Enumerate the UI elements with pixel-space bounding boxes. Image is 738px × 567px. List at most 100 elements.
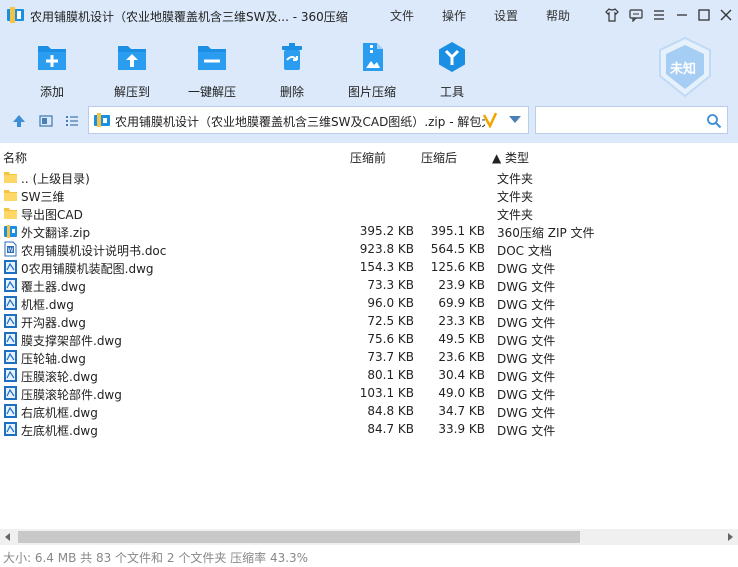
file-type: DOC 文档 bbox=[497, 244, 552, 258]
address-path: 农用铺膜机设计（农业地膜覆盖机含三维SW及CAD图纸）.zip - 解包大小为 … bbox=[115, 115, 485, 129]
scrollbar-thumb[interactable] bbox=[18, 531, 580, 543]
hamburger-icon bbox=[654, 10, 664, 20]
title-bar: 农用铺膜机设计（农业地膜覆盖机含三维SW及... - 360压缩 文件 操作 设… bbox=[0, 0, 738, 30]
column-after[interactable]: 压缩后 bbox=[421, 149, 457, 166]
image-compress-button[interactable]: 图片压缩 bbox=[337, 40, 407, 99]
file-row[interactable]: .. (上级目录) 文件夹 bbox=[0, 168, 738, 186]
file-row[interactable]: 导出图CAD 文件夹 bbox=[0, 204, 738, 222]
file-row[interactable]: SW三维 文件夹 bbox=[0, 186, 738, 204]
extract-to-button[interactable]: 解压到 bbox=[97, 40, 167, 99]
file-row[interactable]: 外文翻译.zip 395.2 KB 395.1 KB 360压缩 ZIP 文件 bbox=[0, 222, 738, 240]
zip-archive-icon bbox=[94, 113, 110, 127]
file-type: DWG 文件 bbox=[497, 370, 556, 384]
image-compress-icon bbox=[363, 43, 383, 71]
file-type: 文件夹 bbox=[497, 172, 534, 186]
skin-button[interactable] bbox=[602, 5, 622, 25]
file-size-after: 564.5 KB bbox=[430, 242, 485, 256]
file-size-after: 23.6 KB bbox=[438, 350, 485, 364]
view-icon[interactable] bbox=[38, 113, 54, 129]
file-type: DWG 文件 bbox=[497, 316, 556, 330]
scroll-left-icon[interactable] bbox=[4, 533, 12, 541]
file-row[interactable]: 压膜滚轮部件.dwg 103.1 KB 49.0 KB DWG 文件 bbox=[0, 384, 738, 402]
one-click-extract-label: 一键解压 bbox=[187, 85, 236, 99]
file-row[interactable]: 开沟器.dwg 72.5 KB 23.3 KB DWG 文件 bbox=[0, 312, 738, 330]
file-size-before: 73.3 KB bbox=[367, 278, 414, 292]
file-type: DWG 文件 bbox=[497, 298, 556, 312]
dwg-file-icon bbox=[4, 332, 17, 346]
file-size-before: 72.5 KB bbox=[367, 314, 414, 328]
menu-help[interactable]: 帮助 bbox=[546, 7, 570, 24]
app-logo-icon bbox=[7, 7, 24, 23]
up-arrow-icon[interactable] bbox=[11, 113, 27, 129]
folder-icon bbox=[4, 172, 17, 183]
svg-text:W: W bbox=[8, 247, 14, 254]
status-bar: 大小: 6.4 MB 共 83 个文件和 2 个文件夹 压缩率 43.3% bbox=[0, 546, 738, 567]
file-row[interactable]: 覆土器.dwg 73.3 KB 23.9 KB DWG 文件 bbox=[0, 276, 738, 294]
file-size-before: 96.0 KB bbox=[367, 296, 414, 310]
file-list: .. (上级目录) 文件夹 SW三维 文件夹 导出图CAD 文件夹外文翻译.zip 395.… bbox=[0, 168, 738, 438]
column-before[interactable]: 压缩前 bbox=[350, 149, 386, 166]
chevron-down-icon[interactable] bbox=[509, 116, 521, 124]
close-button[interactable] bbox=[716, 5, 736, 25]
maximize-icon bbox=[698, 9, 710, 21]
dwg-file-icon bbox=[4, 260, 17, 274]
file-name: 农用铺膜机设计说明书.doc bbox=[21, 244, 167, 258]
file-type: DWG 文件 bbox=[497, 406, 556, 420]
file-row[interactable]: W 农用铺膜机设计说明书.doc 923.8 KB 564.5 KB DOC 文档 bbox=[0, 240, 738, 258]
address-bar[interactable]: 农用铺膜机设计（农业地膜覆盖机含三维SW及CAD图纸）.zip - 解包大小为 … bbox=[88, 106, 529, 134]
search-icon[interactable] bbox=[706, 113, 722, 129]
file-size-before: 154.3 KB bbox=[359, 260, 414, 274]
file-list-header: 名称 压缩前 压缩后 ▲ 类型 bbox=[0, 145, 738, 167]
extract-to-icon bbox=[118, 46, 146, 70]
add-button[interactable]: 添加 bbox=[17, 40, 87, 99]
file-type: 360压缩 ZIP 文件 bbox=[497, 226, 595, 240]
dwg-file-icon bbox=[4, 386, 17, 400]
list-view-icon[interactable] bbox=[64, 113, 80, 129]
minimize-button[interactable] bbox=[672, 5, 692, 25]
file-row[interactable]: 机框.dwg 96.0 KB 69.9 KB DWG 文件 bbox=[0, 294, 738, 312]
file-row[interactable]: 压轮轴.dwg 73.7 KB 23.6 KB DWG 文件 bbox=[0, 348, 738, 366]
tools-label: 工具 bbox=[439, 85, 464, 99]
file-row[interactable]: 左底机框.dwg 84.7 KB 33.9 KB DWG 文件 bbox=[0, 420, 738, 438]
file-size-before: 395.2 KB bbox=[359, 224, 414, 238]
horizontal-scrollbar[interactable] bbox=[0, 529, 738, 545]
file-name: 0农用铺膜机装配图.dwg bbox=[21, 262, 154, 276]
file-type: 文件夹 bbox=[497, 190, 534, 204]
menu-operation[interactable]: 操作 bbox=[442, 7, 466, 24]
delete-label: 删除 bbox=[279, 85, 304, 99]
column-name[interactable]: 名称 bbox=[3, 149, 27, 166]
delete-button[interactable]: 删除 bbox=[257, 40, 327, 99]
file-size-before: 923.8 KB bbox=[359, 242, 414, 256]
unknown-badge[interactable]: 未知 bbox=[656, 36, 714, 98]
file-name: 外文翻译.zip bbox=[21, 226, 91, 240]
file-name: 左底机框.dwg bbox=[21, 424, 98, 438]
file-name: 压轮轴.dwg bbox=[21, 352, 86, 366]
tools-button[interactable]: 工具 bbox=[417, 40, 487, 99]
file-row[interactable]: 膜支撑架部件.dwg 75.6 KB 49.5 KB DWG 文件 bbox=[0, 330, 738, 348]
search-box[interactable] bbox=[535, 106, 728, 134]
shirt-icon bbox=[605, 8, 619, 22]
file-type: DWG 文件 bbox=[497, 334, 556, 348]
file-name: 压膜滚轮.dwg bbox=[21, 370, 98, 384]
close-icon bbox=[720, 9, 732, 21]
folder-icon bbox=[4, 190, 17, 201]
delete-icon bbox=[282, 43, 302, 70]
menu-button[interactable] bbox=[649, 5, 669, 25]
tools-icon bbox=[439, 42, 465, 72]
menu-settings[interactable]: 设置 bbox=[494, 7, 518, 24]
window-title: 农用铺膜机设计（农业地膜覆盖机含三维SW及... - 360压缩 bbox=[30, 10, 348, 24]
file-row[interactable]: 0农用铺膜机装配图.dwg 154.3 KB 125.6 KB DWG 文件 bbox=[0, 258, 738, 276]
dwg-file-icon bbox=[4, 404, 17, 418]
file-name: 压膜滚轮部件.dwg bbox=[21, 388, 122, 402]
file-size-before: 73.7 KB bbox=[367, 350, 414, 364]
file-row[interactable]: 右底机框.dwg 84.8 KB 34.7 KB DWG 文件 bbox=[0, 402, 738, 420]
scroll-right-icon[interactable] bbox=[726, 533, 734, 541]
maximize-button[interactable] bbox=[694, 5, 714, 25]
one-click-extract-button[interactable]: 一键解压 bbox=[177, 40, 247, 99]
file-name: 开沟器.dwg bbox=[21, 316, 86, 330]
file-row[interactable]: 压膜滚轮.dwg 80.1 KB 30.4 KB DWG 文件 bbox=[0, 366, 738, 384]
feedback-button[interactable] bbox=[626, 5, 646, 25]
search-input[interactable] bbox=[540, 111, 700, 129]
column-type[interactable]: ▲ 类型 bbox=[492, 149, 529, 166]
menu-file[interactable]: 文件 bbox=[390, 7, 414, 24]
